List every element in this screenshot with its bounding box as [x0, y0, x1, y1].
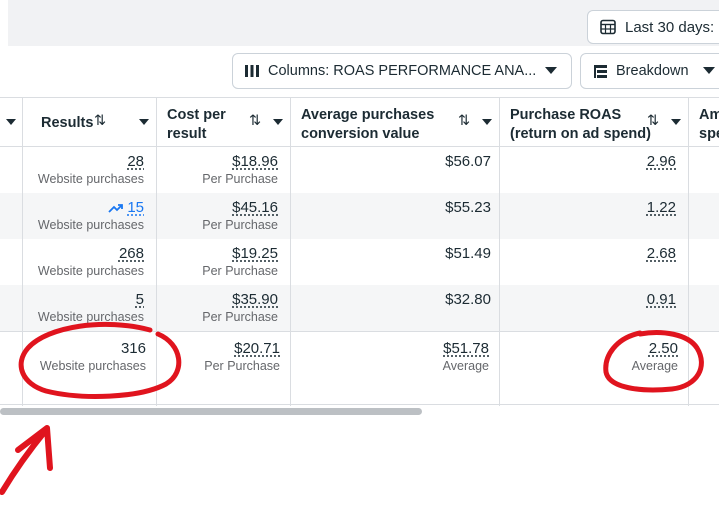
- results-type: Website purchases: [37, 264, 144, 278]
- header-amount-line2: spe: [699, 126, 719, 142]
- sort-icon[interactable]: ⇅: [458, 112, 470, 131]
- sort-icon[interactable]: ⇅: [249, 112, 261, 131]
- trending-up-icon: [108, 203, 124, 213]
- chevron-down-icon[interactable]: [482, 119, 492, 125]
- ads-table: Results ⇅ Cost per result ⇅ Average purc…: [0, 97, 719, 406]
- cost-type: Per Purchase: [202, 264, 278, 278]
- sort-icon[interactable]: ⇅: [647, 112, 659, 131]
- columns-icon: [244, 64, 260, 78]
- results-type: Website purchases: [37, 172, 144, 186]
- avg-value: $32.80: [445, 291, 491, 308]
- breakdown-icon: [593, 64, 608, 79]
- cost-value[interactable]: $19.25: [157, 245, 278, 262]
- avg-value: $56.07: [445, 153, 491, 170]
- total-results-cell: 316 Website purchases: [23, 340, 146, 373]
- results-cell[interactable]: 15 Website purchases: [23, 199, 144, 232]
- avg-cell: $51.49: [291, 245, 491, 262]
- header-results-label: Results: [41, 115, 94, 131]
- results-type: Website purchases: [37, 218, 144, 232]
- total-cost-type: Per Purchase: [204, 359, 280, 373]
- results-value[interactable]: 15: [127, 199, 144, 216]
- results-cell[interactable]: 5 Website purchases: [23, 291, 144, 324]
- chevron-down-icon[interactable]: [671, 119, 681, 125]
- total-cost-cell[interactable]: $20.71 Per Purchase: [157, 340, 280, 373]
- total-roas-cell[interactable]: 2.50 Average: [500, 340, 678, 373]
- cost-type: Per Purchase: [202, 218, 278, 232]
- header-amount-spent[interactable]: Am spe: [689, 98, 719, 147]
- top-bar-tab-edge: [0, 0, 8, 46]
- date-range-label: Last 30 days: F: [625, 18, 719, 36]
- total-roas-value[interactable]: 2.50: [500, 340, 678, 357]
- roas-value[interactable]: 2.68: [500, 245, 676, 262]
- roas-cell[interactable]: 1.22: [500, 199, 676, 216]
- header-avg-line1: Average purchases: [301, 107, 435, 123]
- breakdown-button[interactable]: Breakdown: [580, 53, 719, 89]
- roas-value[interactable]: 0.91: [500, 291, 676, 308]
- header-amount-line1: Am: [699, 107, 719, 123]
- cost-type: Per Purchase: [202, 172, 278, 186]
- header-average-purchases-conversion-value[interactable]: Average purchases conversion value ⇅: [291, 98, 500, 147]
- top-bar: Last 30 days: F: [0, 0, 719, 46]
- breakdown-label: Breakdown: [616, 63, 689, 79]
- chevron-down-icon: [545, 67, 557, 74]
- header-roas-line1: Purchase ROAS: [510, 107, 622, 123]
- cost-cell[interactable]: $18.96 Per Purchase: [157, 153, 278, 186]
- total-avg-type: Average: [442, 359, 489, 373]
- cost-cell[interactable]: $19.25 Per Purchase: [157, 245, 278, 278]
- results-type: Website purchases: [37, 310, 144, 324]
- avg-value: $55.23: [445, 199, 491, 216]
- roas-value[interactable]: 2.96: [500, 153, 676, 170]
- roas-cell[interactable]: 2.96: [500, 153, 676, 170]
- header-cost-line1: Cost per: [167, 107, 226, 123]
- cost-value[interactable]: $35.90: [157, 291, 278, 308]
- calendar-icon: [600, 19, 616, 35]
- header-purchase-roas[interactable]: Purchase ROAS (return on ad spend) ⇅: [500, 98, 689, 147]
- total-results-type: Website purchases: [39, 359, 146, 373]
- cost-value[interactable]: $45.16: [157, 199, 278, 216]
- chevron-down-icon[interactable]: [6, 119, 16, 125]
- total-results-value: 316: [120, 340, 146, 357]
- total-roas-type: Average: [631, 359, 678, 373]
- header-roas-line2: (return on ad spend): [510, 126, 651, 142]
- annotation-arrow-icon: [0, 425, 53, 495]
- cost-cell[interactable]: $45.16 Per Purchase: [157, 199, 278, 232]
- horizontal-scrollbar[interactable]: [0, 408, 422, 415]
- header-cost-per-result[interactable]: Cost per result ⇅: [157, 98, 291, 147]
- results-value[interactable]: 5: [23, 291, 144, 308]
- results-value[interactable]: 268: [23, 245, 144, 262]
- avg-cell: $56.07: [291, 153, 491, 170]
- chevron-down-icon[interactable]: [273, 119, 283, 125]
- results-value[interactable]: 28: [23, 153, 144, 170]
- cost-value[interactable]: $18.96: [157, 153, 278, 170]
- chevron-down-icon: [703, 67, 715, 74]
- cost-type: Per Purchase: [202, 310, 278, 324]
- results-cell[interactable]: 28 Website purchases: [23, 153, 144, 186]
- header-avg-line2: conversion value: [301, 126, 420, 142]
- total-avg-cell[interactable]: $51.78 Average: [291, 340, 489, 373]
- avg-cell: $32.80: [291, 291, 491, 308]
- roas-cell[interactable]: 0.91: [500, 291, 676, 308]
- header-cost-line2: result: [167, 126, 207, 142]
- avg-value: $51.49: [445, 245, 491, 262]
- results-cell[interactable]: 268 Website purchases: [23, 245, 144, 278]
- avg-cell: $55.23: [291, 199, 491, 216]
- sort-icon[interactable]: ⇅: [94, 112, 106, 131]
- date-range-button[interactable]: Last 30 days: F: [587, 10, 719, 44]
- columns-label: Columns: ROAS PERFORMANCE ANA...: [268, 63, 537, 79]
- header-previous-column[interactable]: [0, 98, 23, 147]
- cost-cell[interactable]: $35.90 Per Purchase: [157, 291, 278, 324]
- roas-cell[interactable]: 2.68: [500, 245, 676, 262]
- total-cost-value[interactable]: $20.71: [157, 340, 280, 357]
- columns-button[interactable]: Columns: ROAS PERFORMANCE ANA...: [232, 53, 572, 89]
- total-avg-value[interactable]: $51.78: [291, 340, 489, 357]
- header-results[interactable]: Results ⇅: [23, 98, 157, 147]
- roas-value[interactable]: 1.22: [500, 199, 676, 216]
- chevron-down-icon[interactable]: [139, 119, 149, 125]
